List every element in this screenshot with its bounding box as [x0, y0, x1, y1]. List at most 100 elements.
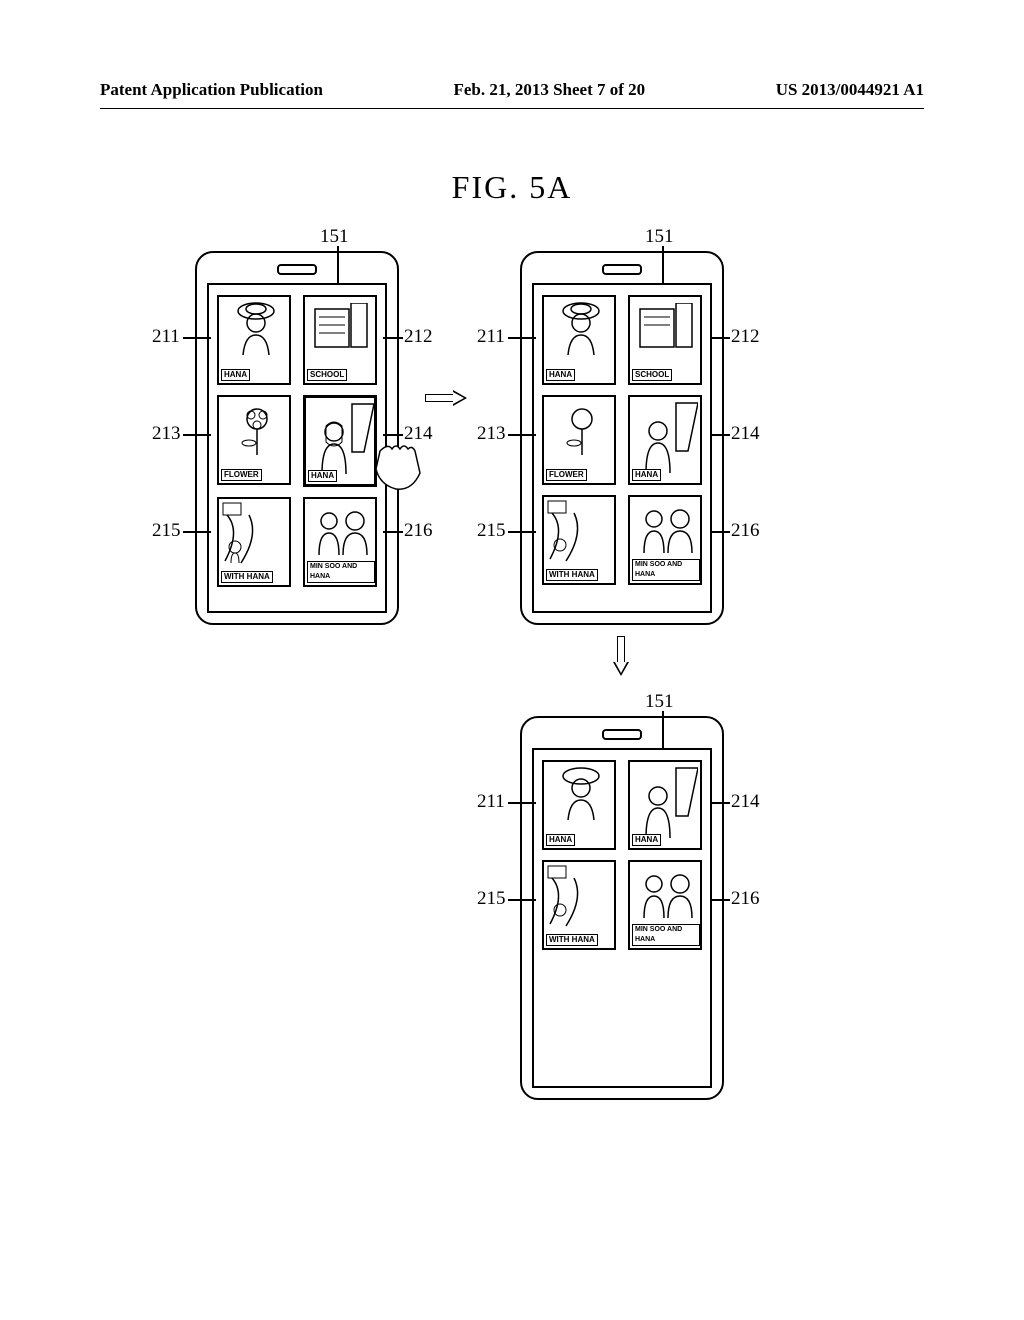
- lead-line: [183, 434, 211, 436]
- thumb-label: WITH HANA: [546, 934, 598, 946]
- lead-line: [508, 802, 536, 804]
- screen-3: HANA HANA WITH HANA MIN SOO AND HANA: [532, 748, 712, 1088]
- thumb-grid-2: HANA SCHOOL FLOWER HANA WITH HANA: [542, 295, 702, 585]
- header-right: US 2013/0044921 A1: [776, 80, 924, 100]
- lead-line: [183, 531, 211, 533]
- lead-line: [662, 246, 664, 284]
- touch-hand-icon: [370, 441, 430, 496]
- thumb-215: WITH HANA: [217, 497, 291, 587]
- thumb-label: HANA: [632, 834, 661, 846]
- ref-216: 216: [731, 888, 760, 910]
- ref-215: 215: [152, 520, 181, 542]
- road-person-icon: [546, 499, 616, 569]
- ref-214: 214: [731, 791, 760, 813]
- thumb-grid-1: HANA SCHOOL FLOWER HANA WITH HANA: [217, 295, 377, 587]
- ref-215: 215: [477, 888, 506, 910]
- thumb-211: HANA: [542, 760, 616, 850]
- thumb-label: FLOWER: [546, 469, 587, 481]
- road-person-icon: [546, 864, 616, 934]
- thumb-label: MIN SOO AND HANA: [307, 561, 375, 583]
- ref-214: 214: [731, 423, 760, 445]
- lead-line: [662, 711, 664, 749]
- thumb-212: SCHOOL: [628, 295, 702, 385]
- thumb-label: MIN SOO AND HANA: [632, 559, 700, 581]
- lead-line: [383, 337, 403, 339]
- header-rule: [100, 108, 924, 109]
- speaker-icon: [277, 264, 317, 275]
- thumb-label: WITH HANA: [546, 569, 598, 581]
- thumb-label: HANA: [546, 369, 575, 381]
- lead-line: [508, 531, 536, 533]
- thumb-label: HANA: [221, 369, 250, 381]
- thumb-214: HANA: [628, 395, 702, 485]
- ref-216: 216: [404, 520, 433, 542]
- person-building-icon: [636, 766, 698, 838]
- speaker-icon: [602, 264, 642, 275]
- ref-213: 213: [152, 423, 181, 445]
- person-hat-icon: [233, 301, 279, 357]
- thumb-label: HANA: [546, 834, 575, 846]
- lead-line: [383, 531, 403, 533]
- two-people-icon: [311, 505, 375, 565]
- lead-line: [710, 802, 730, 804]
- phone-1: HANA SCHOOL FLOWER HANA WITH HANA: [195, 251, 399, 625]
- ref-212: 212: [404, 326, 433, 348]
- ref-215: 215: [477, 520, 506, 542]
- lead-line: [710, 337, 730, 339]
- flower-icon: [235, 405, 279, 463]
- lead-line: [383, 434, 403, 436]
- phone-2: HANA SCHOOL FLOWER HANA WITH HANA: [520, 251, 724, 625]
- thumb-216: MIN SOO AND HANA: [628, 860, 702, 950]
- lead-line: [508, 434, 536, 436]
- thumb-212: SCHOOL: [303, 295, 377, 385]
- thumb-216: MIN SOO AND HANA: [303, 497, 377, 587]
- thumb-211: HANA: [217, 295, 291, 385]
- thumb-grid-3: HANA HANA WITH HANA MIN SOO AND HANA: [542, 760, 702, 950]
- building-icon: [311, 303, 371, 353]
- lead-line: [337, 246, 339, 284]
- phone-3: HANA HANA WITH HANA MIN SOO AND HANA: [520, 716, 724, 1100]
- person-building-icon: [636, 401, 698, 473]
- thumb-213: FLOWER: [217, 395, 291, 485]
- lead-line: [508, 899, 536, 901]
- ref-214: 214: [404, 423, 433, 445]
- header-center: Feb. 21, 2013 Sheet 7 of 20: [453, 80, 645, 100]
- lead-line: [183, 337, 211, 339]
- thumb-label: SCHOOL: [632, 369, 672, 381]
- screen-2: HANA SCHOOL FLOWER HANA WITH HANA: [532, 283, 712, 613]
- screen-1: HANA SCHOOL FLOWER HANA WITH HANA: [207, 283, 387, 613]
- thumb-215: WITH HANA: [542, 495, 616, 585]
- two-people-icon: [636, 503, 700, 563]
- ref-211: 211: [152, 326, 180, 348]
- two-people-icon: [636, 868, 700, 928]
- person-building-icon: [312, 402, 374, 474]
- thumb-label: WITH HANA: [221, 571, 273, 583]
- thumb-211: HANA: [542, 295, 616, 385]
- ref-151: 151: [645, 226, 674, 248]
- building-icon: [636, 303, 696, 353]
- arrow-down-icon: [614, 636, 628, 678]
- figure-title: FIG. 5A: [0, 169, 1024, 206]
- lead-line: [710, 899, 730, 901]
- lead-line: [710, 531, 730, 533]
- ref-151: 151: [320, 226, 349, 248]
- thumb-label: SCHOOL: [307, 369, 347, 381]
- header-left: Patent Application Publication: [100, 80, 323, 100]
- ref-211: 211: [477, 791, 505, 813]
- flower-icon: [560, 405, 604, 463]
- thumb-label: MIN SOO AND HANA: [632, 924, 700, 946]
- speaker-icon: [602, 729, 642, 740]
- ref-151: 151: [645, 691, 674, 713]
- ref-211: 211: [477, 326, 505, 348]
- person-hat-icon: [558, 766, 604, 822]
- lead-line: [710, 434, 730, 436]
- person-hat-icon: [558, 301, 604, 357]
- thumb-214: HANA: [628, 760, 702, 850]
- road-person-icon: [221, 501, 291, 571]
- thumb-214: HANA: [303, 395, 377, 487]
- page-header: Patent Application Publication Feb. 21, …: [0, 0, 1024, 108]
- thumb-213: FLOWER: [542, 395, 616, 485]
- figure-canvas: HANA SCHOOL FLOWER HANA WITH HANA: [0, 206, 1024, 1206]
- ref-212: 212: [731, 326, 760, 348]
- ref-213: 213: [477, 423, 506, 445]
